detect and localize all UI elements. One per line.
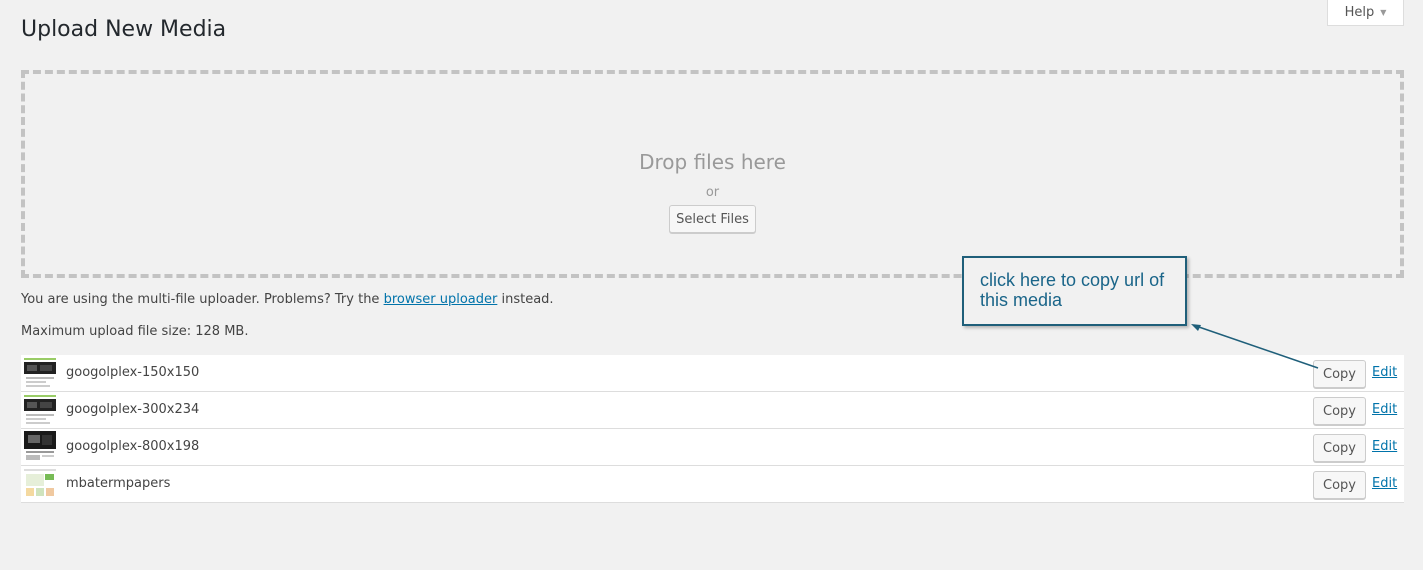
- uploader-info-suffix: instead.: [497, 292, 554, 307]
- media-row: googolplex-800x198 Copy Edit: [21, 429, 1404, 466]
- media-filename: googolplex-300x234: [66, 402, 200, 417]
- page-title: Upload New Media: [21, 17, 227, 42]
- copy-url-button[interactable]: Copy: [1313, 360, 1366, 388]
- copy-url-button[interactable]: Copy: [1313, 397, 1366, 425]
- copy-url-button[interactable]: Copy: [1313, 471, 1366, 499]
- drop-zone[interactable]: Drop files here or Select Files: [21, 70, 1404, 278]
- media-list: googolplex-150x150 Copy Edit googolplex-…: [21, 355, 1404, 503]
- annotation-callout: click here to copy url of this media: [962, 256, 1187, 326]
- media-row: googolplex-150x150 Copy Edit: [21, 355, 1404, 392]
- browser-uploader-link[interactable]: browser uploader: [384, 292, 498, 307]
- max-upload-size: Maximum upload file size: 128 MB.: [21, 324, 249, 339]
- media-row: mbatermpapers Copy Edit: [21, 466, 1404, 503]
- uploader-info-prefix: You are using the multi-file uploader. P…: [21, 292, 384, 307]
- drop-files-heading: Drop files here: [639, 150, 786, 174]
- select-files-button[interactable]: Select Files: [669, 205, 756, 233]
- triangle-down-icon: ▼: [1380, 8, 1387, 17]
- edit-media-link[interactable]: Edit: [1372, 476, 1397, 491]
- drop-or-text: or: [705, 185, 720, 200]
- media-thumbnail: [24, 357, 56, 389]
- copy-url-button[interactable]: Copy: [1313, 434, 1366, 462]
- edit-media-link[interactable]: Edit: [1372, 439, 1397, 454]
- media-row: googolplex-300x234 Copy Edit: [21, 392, 1404, 429]
- uploader-info: You are using the multi-file uploader. P…: [21, 292, 554, 307]
- media-filename: googolplex-800x198: [66, 439, 200, 454]
- media-thumbnail: [24, 468, 56, 500]
- edit-media-link[interactable]: Edit: [1372, 365, 1397, 380]
- media-thumbnail: [24, 431, 56, 463]
- help-tab-button[interactable]: Help ▼: [1327, 0, 1404, 26]
- help-label: Help: [1344, 5, 1375, 20]
- media-thumbnail: [24, 394, 56, 426]
- edit-media-link[interactable]: Edit: [1372, 402, 1397, 417]
- media-filename: mbatermpapers: [66, 476, 171, 491]
- media-filename: googolplex-150x150: [66, 365, 200, 380]
